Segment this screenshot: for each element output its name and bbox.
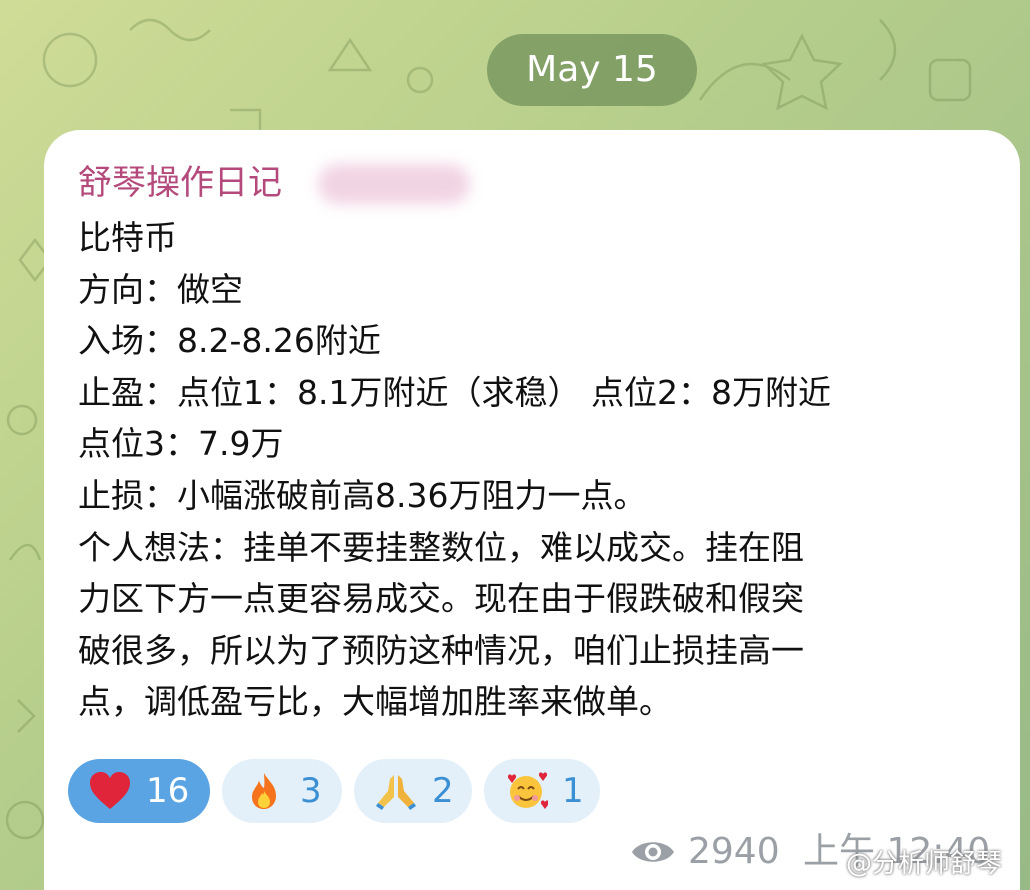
- reaction-love-face-button[interactable]: 1: [484, 759, 600, 823]
- date-separator: May 15: [487, 34, 697, 106]
- message-line: 止盈：点位1：8.1万附近（求稳） 点位2：8万附近: [78, 372, 831, 412]
- message-line: 比特币: [78, 218, 177, 257]
- message-line: 点，调低盈亏比，大幅增加胜率来做单。: [78, 682, 672, 722]
- message-line: 个人想法：挂单不要挂整数位，难以成交。挂在阻: [78, 527, 804, 567]
- folded-hands-icon: [376, 775, 416, 810]
- fire-icon: [252, 773, 276, 809]
- sender-name[interactable]: 舒琴操作日记: [78, 160, 282, 206]
- reaction-heart-button[interactable]: 16: [68, 759, 210, 823]
- reaction-count: 3: [300, 771, 322, 811]
- message-line: 点位3：7.9万: [78, 424, 284, 464]
- message-line: 破很多，所以为了预防这种情况，咱们止损挂高一: [78, 630, 804, 670]
- reaction-count: 2: [432, 771, 454, 811]
- smiling-face-with-hearts-icon: [507, 772, 548, 809]
- eye-icon: [632, 842, 674, 862]
- view-count: 2940: [688, 831, 780, 872]
- message-text: 比特币 方向：做空 入场：8.2-8.26附近 止盈：点位1：8.1万附近（求稳…: [78, 212, 978, 728]
- reaction-count: 16: [146, 771, 190, 811]
- reaction-fire-button[interactable]: 3: [222, 759, 342, 823]
- watermark: @分析师舒琴: [846, 849, 1003, 879]
- red-heart-icon: [90, 772, 130, 809]
- message-line: 入场：8.2-8.26附近: [78, 321, 381, 361]
- message-line: 力区下方一点更容易成交。现在由于假跌破和假突: [78, 579, 804, 619]
- reaction-pray-button[interactable]: 2: [354, 759, 472, 823]
- reaction-count: 1: [562, 771, 584, 811]
- message-line: 止损：小幅涨破前高8.36万阻力一点。: [78, 475, 647, 515]
- message-line: 方向：做空: [78, 269, 243, 309]
- redacted-sender-suffix: [318, 164, 470, 204]
